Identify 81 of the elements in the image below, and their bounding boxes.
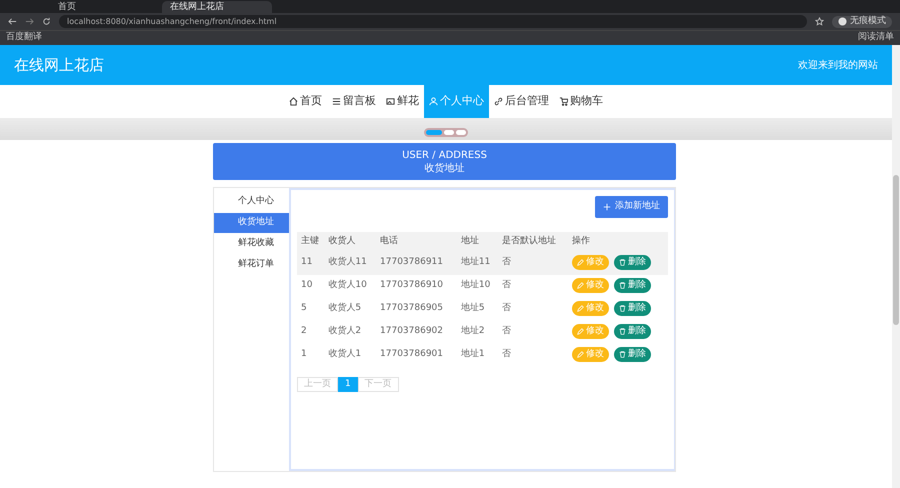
back-icon bbox=[8, 17, 17, 26]
user-icon bbox=[429, 97, 438, 106]
pencil-icon bbox=[577, 328, 584, 335]
scrollbar[interactable] bbox=[892, 45, 900, 488]
column-header: 收货人 bbox=[324, 232, 376, 252]
table-cell-text: 收货人5 bbox=[327, 302, 362, 316]
table-cell: 17703786911 bbox=[376, 252, 457, 274]
table-cell-text: 17703786902 bbox=[379, 325, 444, 338]
nav-link[interactable]: 个人中心 bbox=[424, 85, 489, 118]
profile-button[interactable]: 无痕模式 bbox=[832, 16, 892, 28]
trash-icon bbox=[619, 350, 626, 358]
table-cell-text: 地址5 bbox=[460, 302, 486, 316]
avatar-icon bbox=[838, 17, 847, 26]
delete-button[interactable]: 删除 bbox=[614, 324, 652, 340]
cart-icon bbox=[559, 97, 568, 106]
table-cell-text: 17703786905 bbox=[379, 302, 444, 316]
table-cell-text: 2 bbox=[300, 325, 308, 338]
welcome-text: 欢迎来到我的网站 bbox=[798, 58, 878, 72]
nav-link[interactable]: 留言板 bbox=[327, 85, 381, 118]
plus-icon bbox=[603, 202, 611, 211]
table-cell-text: 1 bbox=[300, 348, 308, 362]
table-cell-text: 收货人2 bbox=[327, 324, 362, 338]
browser-tab[interactable]: 在线网上花店 bbox=[162, 1, 272, 13]
table-cell: 地址10 bbox=[456, 274, 498, 298]
table-cell: 地址11 bbox=[456, 252, 498, 274]
table-cell-text: 17703786901 bbox=[379, 348, 444, 362]
column-header: 主键 bbox=[297, 232, 324, 252]
banner-subtitle: 收货地址 bbox=[424, 162, 466, 174]
sidebar-item[interactable]: 鲜花订单 bbox=[214, 255, 289, 275]
sidebar-item[interactable]: 鲜花收藏 bbox=[214, 234, 289, 254]
page-button[interactable]: 1 bbox=[338, 376, 358, 392]
table-cell: 10 bbox=[297, 274, 324, 298]
column-header: 操作 bbox=[568, 232, 668, 252]
table-cell: 收货人10 bbox=[324, 274, 376, 298]
nav-link[interactable]: 后台管理 bbox=[489, 85, 554, 118]
column-header: 是否默认地址 bbox=[498, 232, 568, 252]
delete-button[interactable]: 删除 bbox=[614, 346, 652, 362]
table-cell-text: 否 bbox=[500, 302, 512, 316]
delete-button[interactable]: 删除 bbox=[614, 278, 652, 294]
forward-icon bbox=[25, 17, 34, 26]
trash-icon bbox=[619, 282, 626, 289]
link-icon bbox=[494, 97, 503, 106]
address-bar[interactable]: localhost:8080/xianhuashangcheng/front/index.html bbox=[59, 15, 807, 28]
nav-link[interactable]: 购物车 bbox=[554, 85, 608, 118]
table-cell-text: 收货人1 bbox=[327, 348, 362, 362]
table-cell: 否 bbox=[498, 252, 568, 274]
trash-icon bbox=[619, 258, 626, 266]
delete-button[interactable]: 删除 bbox=[614, 300, 652, 316]
delete-button[interactable]: 删除 bbox=[614, 254, 652, 270]
table-cell: 否 bbox=[498, 274, 568, 298]
nav-link[interactable]: 首页 bbox=[284, 85, 327, 118]
site-title: 在线网上花店 bbox=[14, 54, 104, 76]
pencil-icon bbox=[577, 282, 584, 289]
column-header: 地址 bbox=[456, 232, 498, 252]
table-cell-text: 地址2 bbox=[460, 324, 486, 338]
table-cell: 收货人11 bbox=[324, 252, 376, 274]
bookmark-link[interactable]: 百度翻译 bbox=[6, 31, 42, 45]
table-cell-text: 地址1 bbox=[460, 348, 486, 362]
reload-icon bbox=[42, 17, 51, 26]
pencil-icon bbox=[577, 304, 584, 312]
pencil-icon bbox=[577, 258, 584, 266]
trash-icon bbox=[619, 328, 626, 335]
table-cell-text: 5 bbox=[300, 302, 308, 316]
table-cell: 11 bbox=[297, 252, 324, 274]
table-cell: 17703786910 bbox=[376, 274, 457, 298]
sidebar-item[interactable]: 收货地址 bbox=[214, 213, 289, 233]
trash-icon bbox=[619, 304, 626, 312]
browser-tab[interactable]: 首页 bbox=[50, 1, 160, 13]
star-icon bbox=[815, 17, 824, 26]
table-cell-text: 否 bbox=[500, 348, 512, 362]
table-cell-text: 否 bbox=[500, 325, 512, 338]
pencil-icon bbox=[577, 350, 584, 358]
column-header: 电话 bbox=[376, 232, 457, 252]
home-icon bbox=[289, 97, 298, 106]
sidebar-item[interactable]: 个人中心 bbox=[214, 192, 289, 212]
banner-title: USER / ADDRESS bbox=[401, 148, 488, 162]
nav-link[interactable]: 鲜花 bbox=[381, 85, 424, 118]
add-address-button[interactable]: 添加新地址 bbox=[595, 196, 668, 218]
image-icon bbox=[386, 97, 395, 106]
list-icon bbox=[332, 97, 341, 106]
reading-list-button[interactable]: 阅读清单 bbox=[858, 31, 894, 45]
